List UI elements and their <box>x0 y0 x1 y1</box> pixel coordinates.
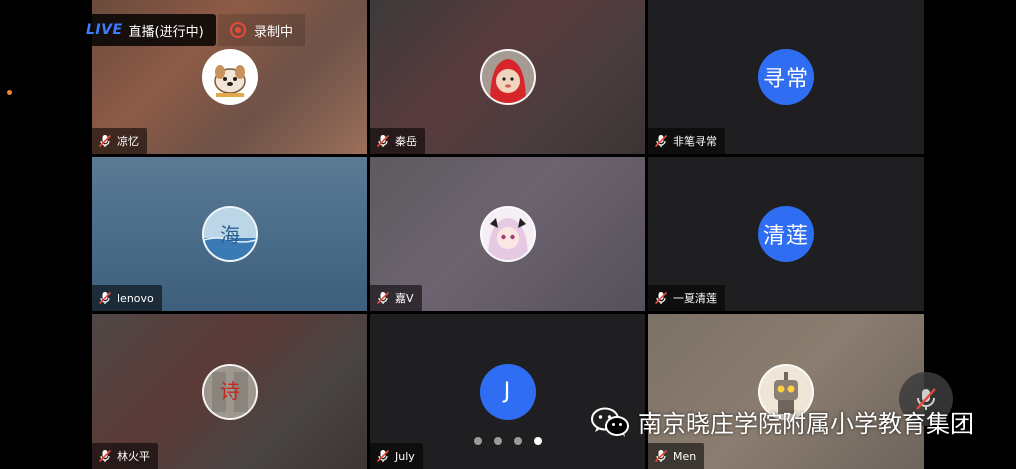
avatar: 诗 <box>201 363 258 420</box>
meeting-stage: 凉忆 秦岳 寻常 非笔寻常 海 lenovo 嘉V 清莲 一夏清莲 诗 林火平 … <box>0 0 1016 469</box>
page-dot[interactable] <box>494 437 502 445</box>
participant-tile[interactable]: 秦岳 <box>370 0 645 154</box>
avatar: J <box>479 363 536 420</box>
participant-tile[interactable]: 寻常 非笔寻常 <box>648 0 924 154</box>
participant-tile[interactable]: 诗 林火平 <box>92 314 367 469</box>
wechat-watermark: 南京晓庄学院附属小学教育集团 <box>590 404 974 439</box>
mic-muted-icon <box>654 134 668 148</box>
participant-name: Men <box>673 449 697 463</box>
participant-name-tag: 非笔寻常 <box>648 128 725 154</box>
participant-name-tag: July <box>370 443 423 469</box>
participant-tile[interactable]: 海 lenovo <box>92 157 367 311</box>
participant-name-tag: lenovo <box>92 285 162 311</box>
participant-tile[interactable]: 清莲 一夏清莲 <box>648 157 924 311</box>
participant-tile[interactable]: J July <box>370 314 645 469</box>
participant-name: 一夏清莲 <box>673 292 717 305</box>
participant-name-tag: 嘉V <box>370 285 422 311</box>
svg-text:海: 海 <box>220 223 240 247</box>
participant-name-tag: 林火平 <box>92 443 158 469</box>
mic-muted-icon <box>376 449 390 463</box>
mic-muted-icon <box>376 291 390 305</box>
mic-muted-icon <box>98 291 112 305</box>
participant-tile[interactable]: 嘉V <box>370 157 645 311</box>
page-dot[interactable] <box>474 437 482 445</box>
avatar: 寻常 <box>758 49 814 105</box>
participant-name: 秦岳 <box>395 135 417 148</box>
wechat-icon <box>591 407 629 437</box>
participant-name: 林火平 <box>117 450 150 463</box>
participant-tile[interactable]: Men <box>648 314 924 469</box>
participant-name: lenovo <box>117 291 154 305</box>
mic-muted-icon <box>98 449 112 463</box>
participant-name-tag: 凉忆 <box>92 128 147 154</box>
avatar: 海 <box>201 206 258 262</box>
watermark-text: 南京晓庄学院附属小学教育集团 <box>638 410 974 438</box>
video-grid: 凉忆 秦岳 寻常 非笔寻常 海 lenovo 嘉V 清莲 一夏清莲 诗 林火平 … <box>92 0 924 469</box>
mic-muted-icon <box>654 449 668 463</box>
live-status-text: 直播(进行中) <box>128 24 204 40</box>
avatar <box>201 49 258 105</box>
page-dot-active[interactable] <box>534 437 542 445</box>
page-indicator[interactable] <box>474 437 542 445</box>
participant-name: 凉忆 <box>117 135 139 148</box>
mic-muted-icon <box>98 134 112 148</box>
avatar <box>479 49 536 105</box>
mic-muted-icon <box>654 291 668 305</box>
participant-name: 嘉V <box>395 292 414 305</box>
mic-muted-icon <box>376 134 390 148</box>
record-status-text: 录制中 <box>254 24 294 40</box>
side-indicator-dot <box>7 90 12 95</box>
record-icon <box>230 22 246 38</box>
participant-name-tag: 一夏清莲 <box>648 285 725 311</box>
participant-name: 非笔寻常 <box>673 135 717 148</box>
avatar <box>479 206 536 262</box>
page-dot[interactable] <box>514 437 522 445</box>
live-badge: LIVE <box>86 22 123 38</box>
svg-text:诗: 诗 <box>220 379 240 403</box>
record-status-bar[interactable]: 录制中 <box>218 14 306 46</box>
participant-name-tag: Men <box>648 443 705 469</box>
participant-name-tag: 秦岳 <box>370 128 425 154</box>
live-status-bar[interactable]: LIVE 直播(进行中) <box>78 14 216 46</box>
participant-name: July <box>395 449 415 463</box>
avatar: 清莲 <box>758 206 814 262</box>
